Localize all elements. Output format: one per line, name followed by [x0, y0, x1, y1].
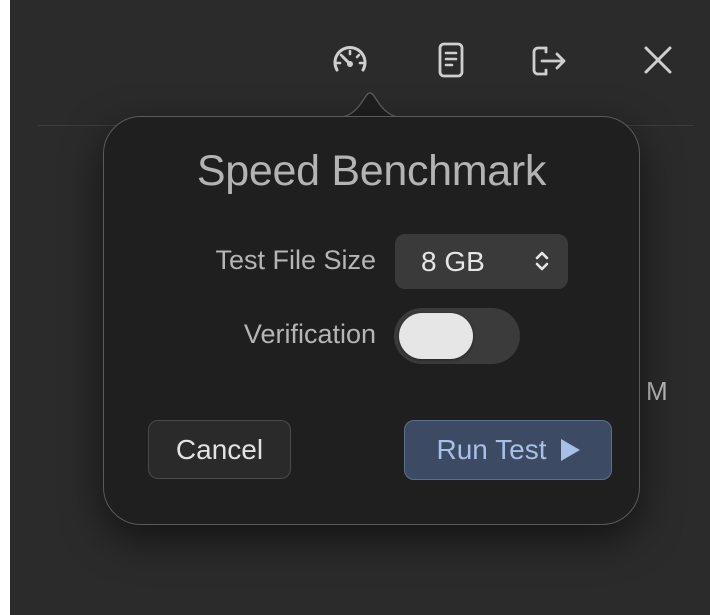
file-size-value: 8 GB	[421, 246, 485, 277]
speed-benchmark-button[interactable]	[328, 38, 372, 82]
up-down-chevron-icon	[534, 249, 550, 278]
cancel-button-label: Cancel	[175, 433, 264, 465]
log-button[interactable]	[429, 38, 473, 82]
speedometer-icon	[328, 40, 372, 80]
verification-label: Verification	[243, 319, 376, 349]
app-window: M Speed Benchmark Test File Size 8 GB Ve…	[10, 0, 710, 615]
popover-arrow	[332, 92, 408, 118]
verification-toggle[interactable]	[394, 308, 520, 364]
popover-title: Speed Benchmark	[196, 147, 547, 195]
play-icon	[560, 439, 580, 461]
file-size-select[interactable]: 8 GB	[395, 234, 568, 289]
export-icon	[526, 40, 570, 80]
close-icon	[640, 42, 676, 78]
run-test-button-label: Run Test	[436, 434, 547, 465]
run-test-button[interactable]: Run Test	[404, 420, 612, 480]
export-button[interactable]	[526, 38, 570, 82]
cancel-button[interactable]: Cancel	[148, 420, 291, 479]
toggle-knob	[399, 313, 473, 359]
close-button[interactable]	[636, 38, 680, 82]
file-size-label: Test File Size	[215, 245, 376, 275]
speed-benchmark-popover: Speed Benchmark Test File Size 8 GB Veri…	[103, 116, 640, 525]
document-icon	[436, 40, 466, 80]
background-partial-text: M	[646, 376, 668, 406]
